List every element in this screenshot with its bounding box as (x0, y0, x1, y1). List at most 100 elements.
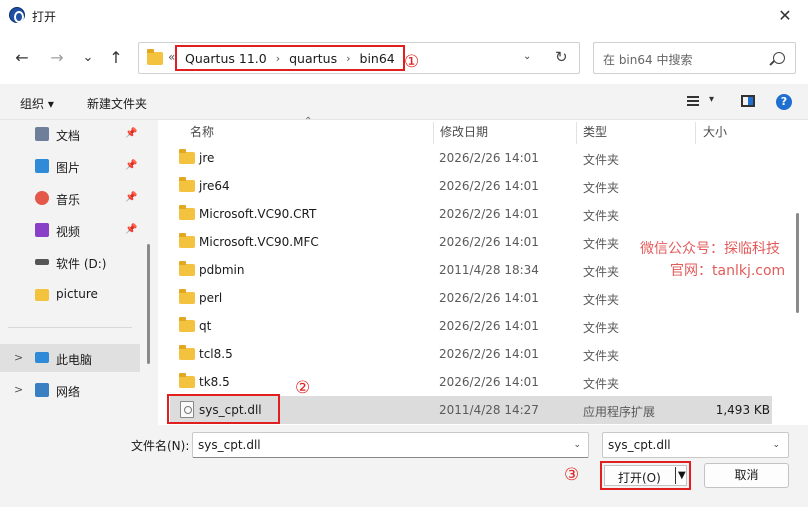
new-folder-button[interactable]: 新建文件夹 (87, 95, 147, 112)
breadcrumb: Quartus 11.0 › quartus › bin64 (175, 45, 405, 71)
pin-icon[interactable]: 📌 (125, 160, 137, 171)
column-header-type[interactable]: 类型 (575, 120, 607, 146)
sort-ascending-icon: ⌃ (304, 116, 313, 127)
file-row[interactable]: qt 2026/2/26 14:01 文件夹 (170, 312, 772, 340)
file-type: 文件夹 (583, 209, 620, 223)
chevron-down-icon[interactable]: ⌄ (573, 440, 581, 450)
sidebar-item-network[interactable]: > 网络 (0, 376, 140, 404)
sidebar-item-documents[interactable]: 文档 📌 (0, 120, 140, 148)
chevron-down-icon[interactable]: ⌄ (523, 51, 531, 62)
sidebar-item-pictures[interactable]: 图片 📌 (0, 152, 140, 180)
app-icon (9, 7, 25, 23)
search-box[interactable]: 在 bin64 中搜索 (593, 42, 796, 74)
music-icon (35, 191, 49, 205)
folder-icon (179, 373, 195, 388)
filename-label: 文件名(N): (131, 439, 190, 453)
breadcrumb-separator-icon[interactable]: › (276, 52, 280, 65)
folder-icon (147, 49, 163, 65)
pin-icon[interactable]: 📌 (125, 128, 137, 139)
navigation-bar: ← → ⌄ ↑ « Quartus 11.0 › quartus › bin64… (0, 32, 808, 84)
file-date: 2026/2/26 14:01 (439, 179, 539, 193)
view-list-icon[interactable] (687, 96, 699, 106)
breadcrumb-separator-icon[interactable]: › (346, 52, 350, 65)
file-name: pdbmin (199, 263, 245, 277)
file-row[interactable]: tcl8.5 2026/2/26 14:01 文件夹 (170, 340, 772, 368)
help-icon[interactable]: ? (776, 94, 792, 110)
drive-icon (35, 259, 49, 265)
computer-icon (35, 352, 49, 363)
file-type: 应用程序扩展 (583, 405, 656, 419)
address-bar[interactable]: « Quartus 11.0 › quartus › bin64 ⌄ ↻ (138, 42, 580, 74)
close-icon[interactable]: ✕ (770, 4, 800, 28)
breadcrumb-item[interactable]: quartus (289, 51, 337, 66)
file-list-scrollbar[interactable] (796, 213, 799, 313)
cancel-button[interactable]: 取消 (704, 463, 789, 488)
pin-icon[interactable]: 📌 (125, 192, 137, 203)
sidebar-item-label: 软件 (D:) (56, 257, 107, 271)
command-toolbar: 组织 ▾ 新建文件夹 ▾ ? (0, 84, 808, 120)
folder-icon (179, 233, 195, 248)
expand-chevron-icon[interactable]: > (14, 351, 23, 364)
watermark-wechat: 微信公众号：探临科技 (640, 241, 780, 257)
search-input[interactable]: 在 bin64 中搜索 (603, 51, 692, 68)
column-header-date[interactable]: 修改日期 (432, 120, 488, 146)
sidebar-item-label: 音乐 (56, 193, 81, 207)
file-name: tcl8.5 (199, 347, 233, 361)
sidebar-item-label: picture (56, 287, 98, 301)
split-divider (675, 467, 676, 484)
file-type: 文件夹 (583, 293, 620, 307)
recent-locations-chevron-icon[interactable]: ⌄ (76, 46, 100, 70)
file-date: 2026/2/26 14:01 (439, 207, 539, 221)
file-name: Microsoft.VC90.MFC (199, 235, 319, 249)
preview-pane-icon[interactable] (741, 95, 755, 107)
file-date: 2026/2/26 14:01 (439, 319, 539, 333)
breadcrumb-item[interactable]: bin64 (360, 51, 395, 66)
file-date: 2026/2/26 14:01 (439, 347, 539, 361)
open-options-arrow-icon[interactable]: ▼ (678, 470, 686, 481)
refresh-icon[interactable]: ↻ (555, 48, 568, 66)
file-row[interactable]: jre 2026/2/26 14:01 文件夹 (170, 144, 772, 172)
video-icon (35, 223, 49, 237)
view-options-chevron-icon[interactable]: ▾ (709, 94, 714, 105)
network-icon (35, 383, 49, 397)
file-row[interactable]: tk8.5 2026/2/26 14:01 文件夹 (170, 368, 772, 396)
expand-chevron-icon[interactable]: > (14, 383, 23, 396)
file-type: 文件夹 (583, 153, 620, 167)
up-arrow-icon[interactable]: ↑ (104, 46, 128, 70)
annotation-marker-2: ② (295, 378, 311, 398)
chevron-down-icon[interactable]: ⌄ (772, 440, 780, 450)
organize-button[interactable]: 组织 ▾ (20, 95, 54, 112)
file-name: jre64 (199, 179, 230, 193)
sidebar-item-picture-folder[interactable]: picture (0, 280, 140, 308)
file-name: tk8.5 (199, 375, 230, 389)
file-date: 2011/4/28 18:34 (439, 263, 539, 277)
column-header-name[interactable]: 名称 (182, 120, 214, 146)
filename-value[interactable]: sys_cpt.dll (198, 438, 261, 452)
back-arrow-icon[interactable]: ← (10, 46, 34, 70)
file-date: 2026/2/26 14:01 (439, 291, 539, 305)
folder-icon (179, 261, 195, 276)
filename-field[interactable]: sys_cpt.dll ⌄ (192, 432, 589, 458)
breadcrumb-item[interactable]: Quartus 11.0 (185, 51, 267, 66)
pin-icon[interactable]: 📌 (125, 224, 137, 235)
column-header-size[interactable]: 大小 (695, 120, 727, 146)
filetype-select[interactable]: sys_cpt.dll ⌄ (602, 432, 789, 458)
sidebar-item-label: 文档 (56, 129, 81, 143)
sidebar-scrollbar[interactable] (147, 244, 150, 364)
open-button[interactable]: 打开(O) ▼ (604, 465, 687, 486)
forward-arrow-icon[interactable]: → (45, 46, 69, 70)
sidebar-item-music[interactable]: 音乐 📌 (0, 184, 140, 212)
file-row[interactable]: jre64 2026/2/26 14:01 文件夹 (170, 172, 772, 200)
window-title: 打开 (32, 10, 57, 24)
folder-icon (179, 149, 195, 164)
sidebar-item-videos[interactable]: 视频 📌 (0, 216, 140, 244)
pictures-icon (35, 159, 49, 173)
file-size: 1,493 KB (715, 403, 770, 417)
document-icon (35, 127, 49, 141)
file-row[interactable]: perl 2026/2/26 14:01 文件夹 (170, 284, 772, 312)
file-row[interactable]: Microsoft.VC90.CRT 2026/2/26 14:01 文件夹 (170, 200, 772, 228)
sidebar-item-drive-d[interactable]: 软件 (D:) (0, 248, 140, 276)
search-icon[interactable] (773, 52, 785, 64)
sidebar-item-this-pc[interactable]: > 此电脑 (0, 344, 140, 372)
folder-icon (35, 289, 49, 301)
